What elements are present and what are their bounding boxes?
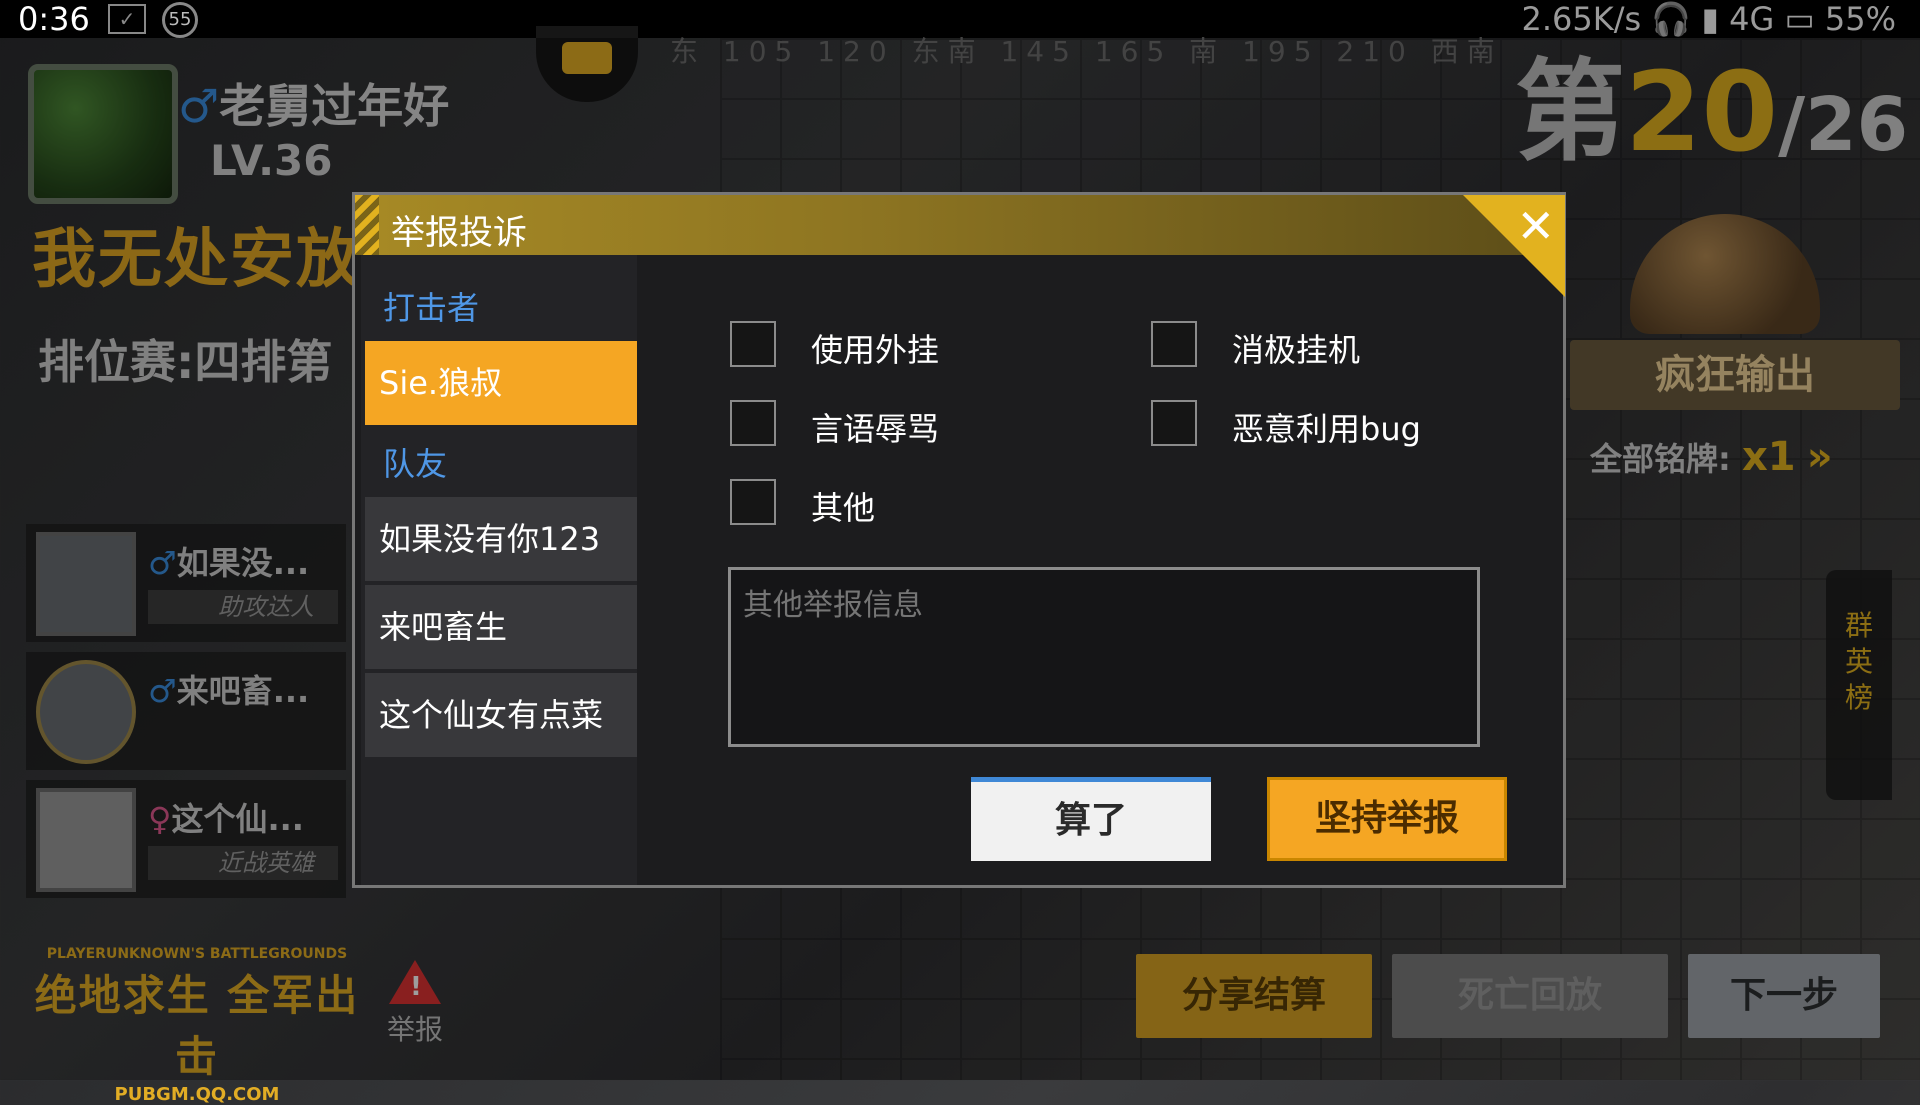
close-icon: ✕ (1516, 199, 1555, 253)
dialog-title: 举报投诉 (391, 213, 527, 253)
reason-label: 恶意利用bug (1232, 410, 1421, 448)
header-stripes (355, 195, 379, 255)
teammates-label: 队友 (383, 445, 448, 483)
screenshot-icon: ✓ (108, 4, 146, 34)
notification-badge: 55 (162, 2, 198, 38)
list-item-teammate[interactable]: 来吧畜生 (365, 585, 637, 669)
cancel-button[interactable]: 算了 (971, 777, 1211, 861)
checkbox-afk[interactable] (1151, 321, 1197, 367)
checkbox-cheating[interactable] (730, 321, 776, 367)
list-item-teammate[interactable]: 如果没有你123 (365, 497, 637, 581)
reason-label: 消极挂机 (1232, 331, 1361, 369)
dialog-header: 举报投诉 (355, 195, 1563, 255)
list-item-teammate[interactable]: 这个仙女有点菜 (365, 673, 637, 757)
checkbox-bug-exploit[interactable] (1151, 400, 1197, 446)
checkbox-other[interactable] (730, 479, 776, 525)
status-time: 0:36 (18, 0, 90, 38)
reason-label: 使用外挂 (811, 331, 940, 369)
report-dialog: 举报投诉 ✕ 打击者 Sie.狼叔 队友 如果没有你123 来吧畜生 这个仙女有… (352, 192, 1566, 888)
submit-report-button[interactable]: 坚持举报 (1267, 777, 1507, 861)
attacker-label: 打击者 (383, 289, 480, 327)
close-button[interactable]: ✕ (1463, 195, 1565, 297)
reason-label: 言语辱骂 (811, 410, 940, 448)
report-details-input[interactable] (728, 567, 1480, 747)
reason-label: 其他 (811, 489, 876, 527)
list-item-attacker[interactable]: Sie.狼叔 (365, 341, 637, 425)
checkbox-abuse[interactable] (730, 400, 776, 446)
logo-url: PUBGM.QQ.COM (114, 1084, 280, 1105)
